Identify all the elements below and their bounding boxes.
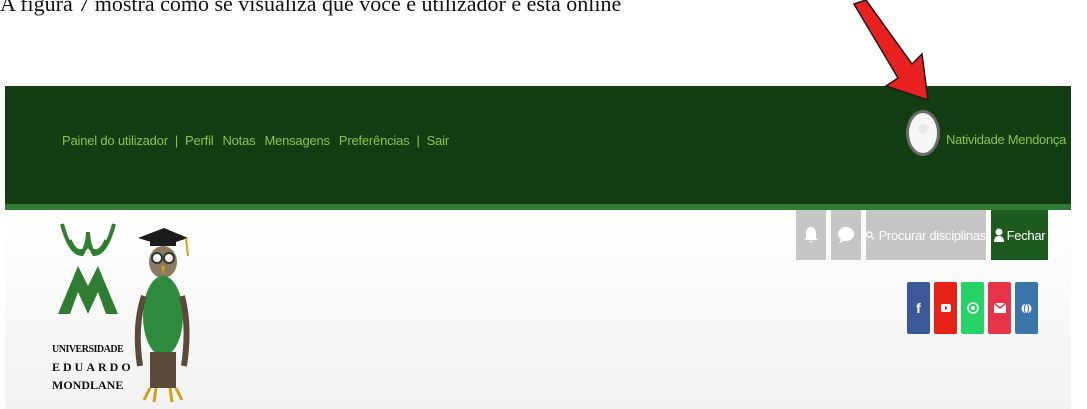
nav-link-logout[interactable]: Sair bbox=[427, 133, 450, 148]
search-icon bbox=[866, 230, 875, 240]
youtube-icon bbox=[940, 304, 951, 312]
whatsapp-button[interactable] bbox=[961, 282, 984, 334]
navbar-links: Painel do utilizador | Perfil Notas Mensagen… bbox=[62, 133, 449, 148]
red-arrow-annotation bbox=[852, 0, 929, 102]
messages-button[interactable] bbox=[831, 210, 861, 260]
nav-link-grades[interactable]: Notas bbox=[222, 133, 255, 148]
logo-line-1: UNIVERSIDADE bbox=[52, 344, 124, 355]
logo-line-3: MONDLANE bbox=[52, 378, 124, 392]
youtube-button[interactable] bbox=[934, 282, 957, 334]
nav-separator: | bbox=[174, 133, 179, 148]
university-logo bbox=[58, 223, 118, 314]
bell-icon bbox=[804, 227, 818, 243]
facebook-button[interactable]: f bbox=[907, 282, 930, 334]
nav-link-dashboard[interactable]: Painel do utilizador bbox=[62, 133, 168, 148]
avatar-head-icon bbox=[918, 124, 928, 134]
whatsapp-icon bbox=[966, 302, 979, 314]
notifications-button[interactable] bbox=[796, 210, 826, 260]
nav-separator: | bbox=[416, 133, 420, 148]
logo-line-2: EDUARDO bbox=[52, 360, 134, 374]
globe-button[interactable] bbox=[1015, 282, 1038, 334]
search-courses-button[interactable]: Procurar disciplinas bbox=[866, 210, 986, 260]
figure-caption: A figura 7 mostra como se visualiza que … bbox=[0, 0, 622, 16]
nav-link-preferences[interactable]: Preferências bbox=[339, 133, 410, 148]
nav-link-messages[interactable]: Mensagens bbox=[264, 133, 330, 148]
speech-bubble-icon bbox=[838, 227, 854, 244]
user-name[interactable]: Natividade Mendonça bbox=[946, 132, 1066, 147]
close-button[interactable]: Fechar bbox=[991, 210, 1048, 260]
facebook-icon: f bbox=[916, 300, 921, 316]
search-courses-label: Procurar disciplinas bbox=[878, 227, 987, 243]
email-icon bbox=[993, 303, 1006, 313]
user-avatar[interactable] bbox=[906, 110, 940, 156]
email-button[interactable] bbox=[988, 282, 1011, 334]
user-icon bbox=[993, 228, 1004, 242]
mascot-owl-image bbox=[134, 228, 190, 403]
globe-icon bbox=[1021, 302, 1032, 314]
close-button-label: Fechar bbox=[1006, 227, 1046, 243]
nav-link-profile[interactable]: Perfil bbox=[185, 133, 214, 148]
